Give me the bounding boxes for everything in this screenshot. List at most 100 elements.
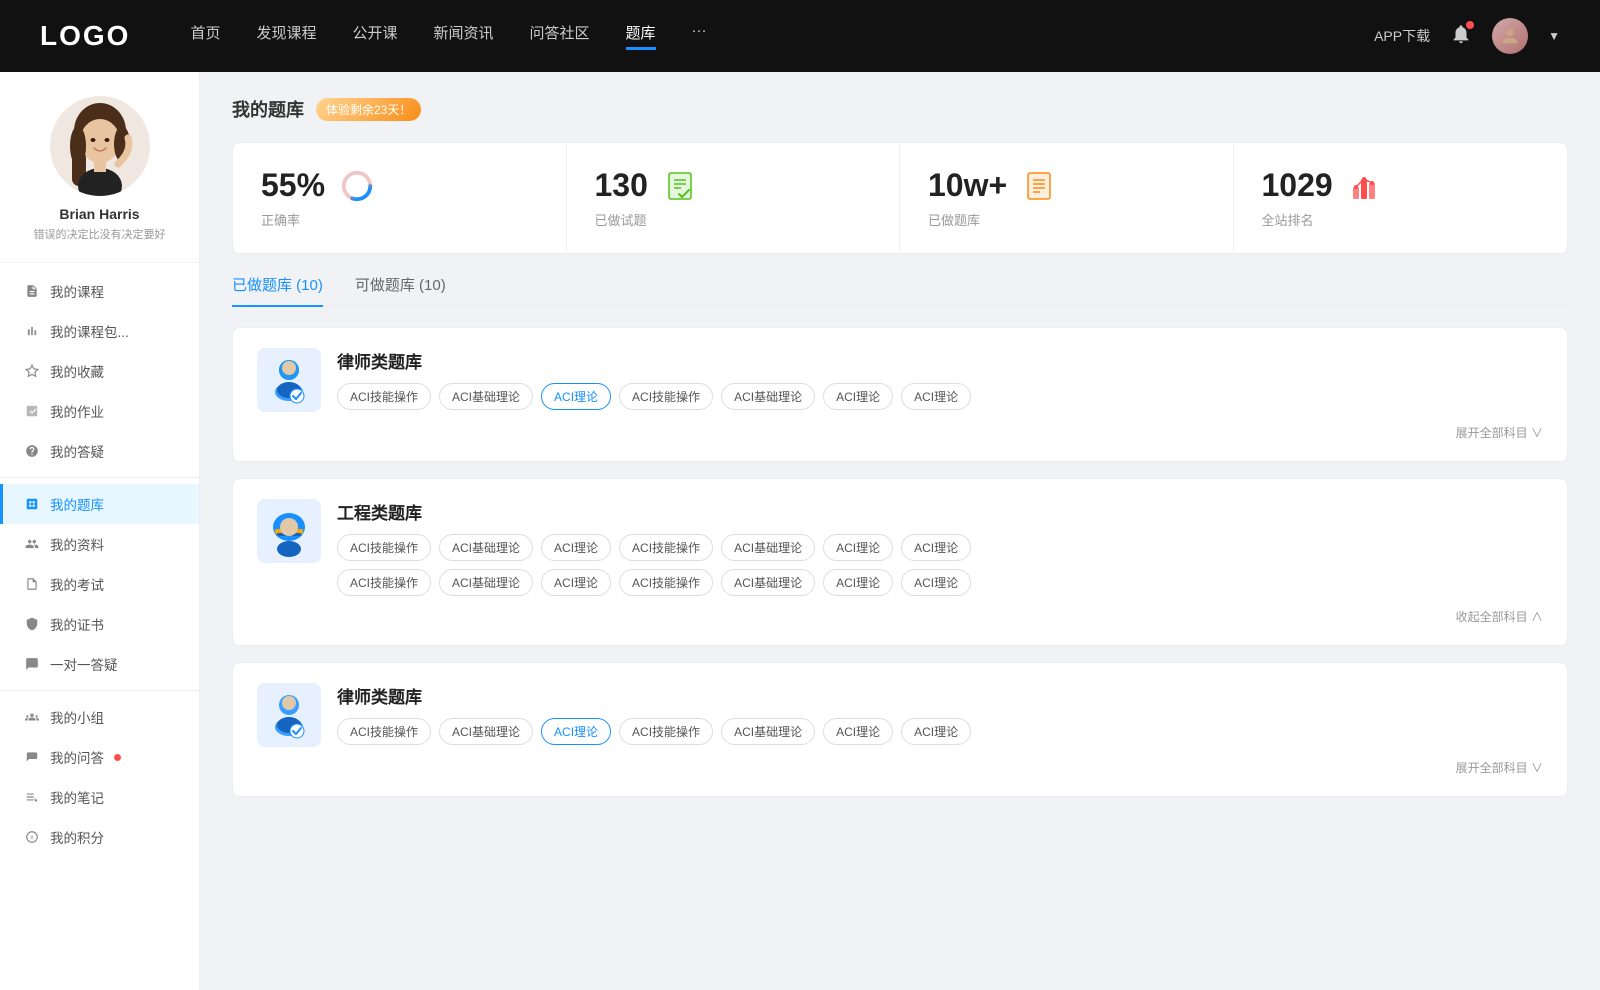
sidebar-label-my-cert: 我的证书 bbox=[50, 614, 104, 634]
notification-dot bbox=[1466, 21, 1474, 29]
etag-12[interactable]: ACI基础理论 bbox=[721, 569, 815, 596]
sidebar-item-my-notes[interactable]: 我的笔记 bbox=[0, 777, 199, 817]
bar-icon bbox=[24, 323, 40, 339]
nav-discover[interactable]: 发现课程 bbox=[256, 22, 316, 50]
user-profile: Brian Harris 错误的决定比没有决定要好 bbox=[0, 96, 199, 263]
bank-info-engineer: 工程类题库 ACI技能操作 ACI基础理论 ACI理论 ACI技能操作 ACI基… bbox=[337, 499, 971, 596]
bank-info-lawyer-1: 律师类题库 ACI技能操作 ACI基础理论 ACI理论 ACI技能操作 ACI基… bbox=[337, 348, 971, 410]
stat-done-questions-value: 130 bbox=[595, 167, 648, 204]
sidebar: Brian Harris 错误的决定比没有决定要好 我的课程 我的课程包... bbox=[0, 72, 200, 990]
etag-11[interactable]: ACI技能操作 bbox=[619, 569, 713, 596]
bank-tabs: 已做题库 (10) 可做题库 (10) bbox=[232, 274, 1568, 307]
page-title: 我的题库 bbox=[232, 96, 304, 122]
bank-icon-engineer bbox=[257, 499, 321, 563]
sidebar-label-my-notes: 我的笔记 bbox=[50, 787, 104, 807]
tag-7[interactable]: ACI理论 bbox=[901, 383, 971, 410]
bank-header-lawyer-2: 律师类题库 ACI技能操作 ACI基础理论 ACI理论 ACI技能操作 ACI基… bbox=[257, 683, 1543, 747]
sidebar-label-my-bank: 我的题库 bbox=[50, 494, 104, 514]
sidebar-item-my-data[interactable]: 我的资料 bbox=[0, 524, 199, 564]
l2tag-7[interactable]: ACI理论 bbox=[901, 718, 971, 745]
people-icon bbox=[24, 536, 40, 552]
nav-qa[interactable]: 问答社区 bbox=[530, 22, 590, 50]
nav-news[interactable]: 新闻资讯 bbox=[434, 22, 494, 50]
nav-bank[interactable]: 题库 bbox=[626, 22, 656, 50]
bank-info-lawyer-2: 律师类题库 ACI技能操作 ACI基础理论 ACI理论 ACI技能操作 ACI基… bbox=[337, 683, 971, 745]
file-icon bbox=[24, 283, 40, 299]
star-icon bbox=[24, 363, 40, 379]
bell-button[interactable] bbox=[1450, 23, 1472, 50]
tab-available-banks[interactable]: 可做题库 (10) bbox=[355, 274, 446, 305]
main-content: 我的题库 体验剩余23天！ 55% 正确率 bbox=[200, 72, 1600, 990]
stat-ranking-label: 全站排名 bbox=[1262, 210, 1540, 229]
tag-3[interactable]: ACI理论 bbox=[541, 383, 611, 410]
expand-lawyer-2[interactable]: 展开全部科目 ∨ bbox=[257, 759, 1543, 776]
profile-motto: 错误的决定比没有决定要好 bbox=[34, 226, 166, 242]
user-menu-chevron[interactable]: ▼ bbox=[1548, 29, 1560, 43]
etag-3[interactable]: ACI理论 bbox=[541, 534, 611, 561]
nav-open[interactable]: 公开课 bbox=[352, 22, 397, 50]
doc-green-icon bbox=[662, 168, 698, 204]
tag-1[interactable]: ACI技能操作 bbox=[337, 383, 431, 410]
nav-links: 首页 发现课程 公开课 新闻资讯 问答社区 题库 ··· bbox=[190, 22, 1374, 50]
l2tag-5[interactable]: ACI基础理论 bbox=[721, 718, 815, 745]
sidebar-label-my-points: 我的积分 bbox=[50, 827, 104, 847]
sidebar-item-my-points[interactable]: ¥ 我的积分 bbox=[0, 817, 199, 857]
tab-done-banks[interactable]: 已做题库 (10) bbox=[232, 274, 323, 307]
sidebar-item-one-on-one[interactable]: 一对一答疑 bbox=[0, 644, 199, 684]
sidebar-item-my-group[interactable]: 我的小组 bbox=[0, 697, 199, 737]
svg-text:¥: ¥ bbox=[31, 835, 34, 841]
stat-accuracy: 55% 正确率 bbox=[233, 143, 567, 253]
etag-9[interactable]: ACI基础理论 bbox=[439, 569, 533, 596]
l2tag-2[interactable]: ACI基础理论 bbox=[439, 718, 533, 745]
sidebar-label-my-data: 我的资料 bbox=[50, 534, 104, 554]
user-avatar[interactable] bbox=[1492, 18, 1528, 54]
new-answers-dot bbox=[114, 754, 121, 761]
stat-done-questions: 130 已做试题 bbox=[567, 143, 901, 253]
profile-avatar bbox=[50, 96, 150, 196]
sidebar-item-my-homework[interactable]: 我的作业 bbox=[0, 391, 199, 431]
sidebar-item-my-course[interactable]: 我的课程 bbox=[0, 271, 199, 311]
sidebar-item-my-bank[interactable]: 我的题库 bbox=[0, 484, 199, 524]
etag-13[interactable]: ACI理论 bbox=[823, 569, 893, 596]
etag-5[interactable]: ACI基础理论 bbox=[721, 534, 815, 561]
stat-done-banks: 10w+ 已做题库 bbox=[900, 143, 1234, 253]
l2tag-4[interactable]: ACI技能操作 bbox=[619, 718, 713, 745]
sidebar-label-my-collect: 我的收藏 bbox=[50, 361, 104, 381]
note-icon bbox=[24, 789, 40, 805]
bank-tags-engineer-row1: ACI技能操作 ACI基础理论 ACI理论 ACI技能操作 ACI基础理论 AC… bbox=[337, 534, 971, 561]
doc-icon bbox=[24, 403, 40, 419]
app-download[interactable]: APP下载 bbox=[1374, 26, 1430, 46]
l2tag-3[interactable]: ACI理论 bbox=[541, 718, 611, 745]
etag-10[interactable]: ACI理论 bbox=[541, 569, 611, 596]
tag-2[interactable]: ACI基础理论 bbox=[439, 383, 533, 410]
etag-4[interactable]: ACI技能操作 bbox=[619, 534, 713, 561]
etag-14[interactable]: ACI理论 bbox=[901, 569, 971, 596]
nav-home[interactable]: 首页 bbox=[190, 22, 220, 50]
stat-ranking-value: 1029 bbox=[1262, 167, 1333, 204]
etag-1[interactable]: ACI技能操作 bbox=[337, 534, 431, 561]
sidebar-item-my-exam[interactable]: 我的考试 bbox=[0, 564, 199, 604]
stat-done-banks-top: 10w+ bbox=[928, 167, 1205, 204]
sidebar-item-my-qa-ask[interactable]: 我的答疑 bbox=[0, 431, 199, 471]
sidebar-label-my-package: 我的课程包... bbox=[50, 321, 129, 341]
l2tag-1[interactable]: ACI技能操作 bbox=[337, 718, 431, 745]
etag-2[interactable]: ACI基础理论 bbox=[439, 534, 533, 561]
tag-5[interactable]: ACI基础理论 bbox=[721, 383, 815, 410]
tag-6[interactable]: ACI理论 bbox=[823, 383, 893, 410]
expand-lawyer-1[interactable]: 展开全部科目 ∨ bbox=[257, 424, 1543, 441]
tag-4[interactable]: ACI技能操作 bbox=[619, 383, 713, 410]
stat-accuracy-value: 55% bbox=[261, 167, 325, 204]
etag-7[interactable]: ACI理论 bbox=[901, 534, 971, 561]
sidebar-item-my-answers[interactable]: 我的问答 bbox=[0, 737, 199, 777]
collapse-engineer[interactable]: 收起全部科目 ∧ bbox=[257, 608, 1543, 625]
etag-8[interactable]: ACI技能操作 bbox=[337, 569, 431, 596]
l2tag-6[interactable]: ACI理论 bbox=[823, 718, 893, 745]
etag-6[interactable]: ACI理论 bbox=[823, 534, 893, 561]
chart-red-icon bbox=[1347, 168, 1383, 204]
main-layout: Brian Harris 错误的决定比没有决定要好 我的课程 我的课程包... bbox=[0, 72, 1600, 990]
nav-more[interactable]: ··· bbox=[692, 22, 707, 50]
sidebar-item-my-cert[interactable]: 我的证书 bbox=[0, 604, 199, 644]
sidebar-item-my-package[interactable]: 我的课程包... bbox=[0, 311, 199, 351]
sidebar-item-my-collect[interactable]: 我的收藏 bbox=[0, 351, 199, 391]
profile-name: Brian Harris bbox=[59, 206, 139, 222]
